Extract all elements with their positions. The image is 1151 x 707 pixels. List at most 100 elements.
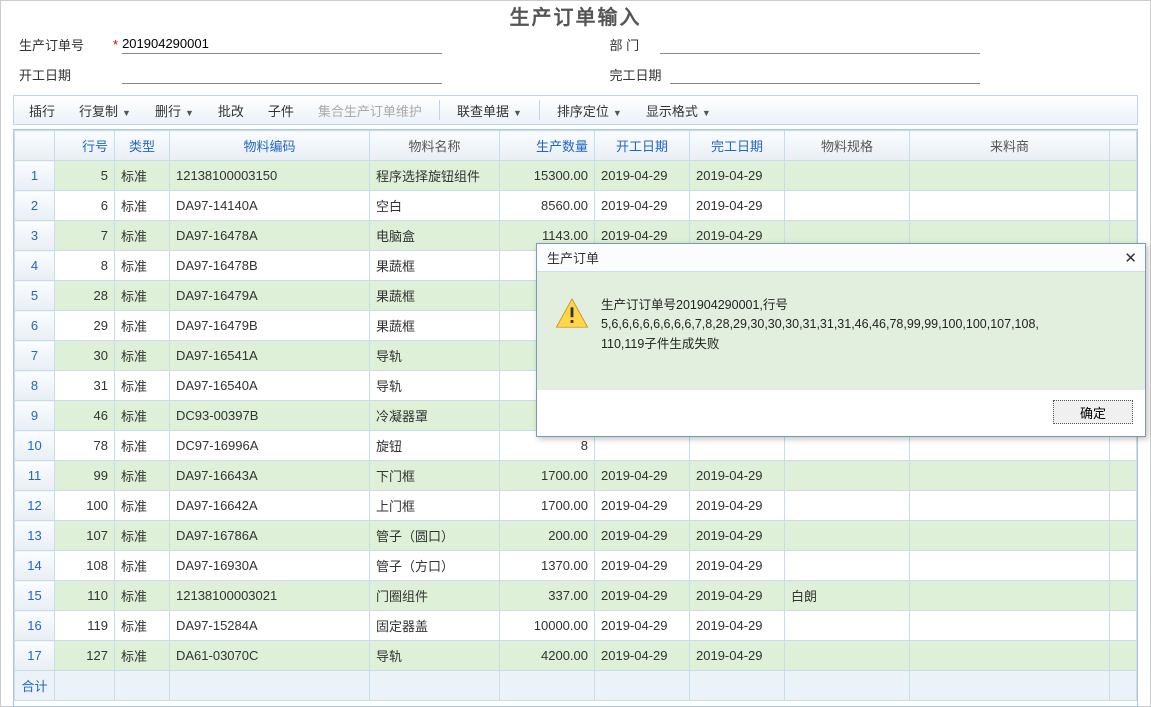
cell-spec[interactable] bbox=[785, 611, 910, 641]
cell-vendor[interactable] bbox=[910, 161, 1110, 191]
cell-qty[interactable]: 337.00 bbox=[500, 581, 595, 611]
cell-name[interactable]: 管子（圆口） bbox=[370, 521, 500, 551]
end-date-input[interactable] bbox=[670, 64, 980, 84]
cell-code[interactable]: DC93-00397B bbox=[170, 401, 370, 431]
cell-start[interactable]: 2019-04-29 bbox=[595, 641, 690, 671]
cell-qty[interactable]: 1700.00 bbox=[500, 461, 595, 491]
cell-start[interactable]: 2019-04-29 bbox=[595, 581, 690, 611]
cell-spec[interactable] bbox=[785, 491, 910, 521]
table-row[interactable]: 17127标准DA61-03070C导轨4200.002019-04-29201… bbox=[15, 641, 1137, 671]
close-icon[interactable]: ✕ bbox=[1124, 249, 1137, 267]
cell-name[interactable]: 冷凝器罩 bbox=[370, 401, 500, 431]
cell-line[interactable]: 78 bbox=[55, 431, 115, 461]
cell-code[interactable]: DA97-16930A bbox=[170, 551, 370, 581]
cell-end[interactable]: 2019-04-29 bbox=[690, 551, 785, 581]
table-row[interactable]: 14108标准DA97-16930A管子（方口）1370.002019-04-2… bbox=[15, 551, 1137, 581]
cell-code[interactable]: DA97-16479A bbox=[170, 281, 370, 311]
cell-line[interactable]: 31 bbox=[55, 371, 115, 401]
cell-type[interactable]: 标准 bbox=[115, 341, 170, 371]
cell-code[interactable]: DC97-16996A bbox=[170, 431, 370, 461]
table-row[interactable]: 15标准12138100003150程序选择旋钮组件15300.002019-0… bbox=[15, 161, 1137, 191]
cell-spec[interactable] bbox=[785, 521, 910, 551]
col-end[interactable]: 完工日期 bbox=[690, 131, 785, 161]
cell-name[interactable]: 导轨 bbox=[370, 641, 500, 671]
cell-vendor[interactable] bbox=[910, 491, 1110, 521]
cell-type[interactable]: 标准 bbox=[115, 521, 170, 551]
cell-line[interactable]: 108 bbox=[55, 551, 115, 581]
cell-end[interactable]: 2019-04-29 bbox=[690, 641, 785, 671]
cell-code[interactable]: DA97-16786A bbox=[170, 521, 370, 551]
order-no-input[interactable] bbox=[122, 34, 442, 54]
cell-vendor[interactable] bbox=[910, 581, 1110, 611]
cell-start[interactable]: 2019-04-29 bbox=[595, 161, 690, 191]
cell-end[interactable]: 2019-04-29 bbox=[690, 581, 785, 611]
cell-code[interactable]: 12138100003150 bbox=[170, 161, 370, 191]
cell-spec[interactable] bbox=[785, 551, 910, 581]
table-row[interactable]: 15110标准12138100003021门圈组件337.002019-04-2… bbox=[15, 581, 1137, 611]
cell-line[interactable]: 99 bbox=[55, 461, 115, 491]
copy-row-button[interactable]: 行复制▼ bbox=[68, 97, 142, 124]
related-docs-button[interactable]: 联查单据▼ bbox=[446, 97, 533, 124]
cell-type[interactable]: 标准 bbox=[115, 311, 170, 341]
cell-vendor[interactable] bbox=[910, 461, 1110, 491]
cell-qty[interactable]: 1700.00 bbox=[500, 491, 595, 521]
cell-start[interactable]: 2019-04-29 bbox=[595, 191, 690, 221]
cell-name[interactable]: 固定器盖 bbox=[370, 611, 500, 641]
cell-end[interactable]: 2019-04-29 bbox=[690, 191, 785, 221]
cell-code[interactable]: DA97-16478B bbox=[170, 251, 370, 281]
cell-code[interactable]: 12138100003021 bbox=[170, 581, 370, 611]
dept-input[interactable] bbox=[660, 34, 980, 54]
cell-code[interactable]: DA97-14140A bbox=[170, 191, 370, 221]
cell-code[interactable]: DA97-16479B bbox=[170, 311, 370, 341]
table-row[interactable]: 16119标准DA97-15284A固定器盖10000.002019-04-29… bbox=[15, 611, 1137, 641]
cell-line[interactable]: 100 bbox=[55, 491, 115, 521]
cell-vendor[interactable] bbox=[910, 551, 1110, 581]
cell-vendor[interactable] bbox=[910, 521, 1110, 551]
cell-name[interactable]: 下门框 bbox=[370, 461, 500, 491]
cell-name[interactable]: 果蔬框 bbox=[370, 281, 500, 311]
start-date-input[interactable] bbox=[122, 64, 442, 84]
cell-end[interactable]: 2019-04-29 bbox=[690, 461, 785, 491]
col-type[interactable]: 类型 bbox=[115, 131, 170, 161]
cell-name[interactable]: 旋钮 bbox=[370, 431, 500, 461]
cell-type[interactable]: 标准 bbox=[115, 461, 170, 491]
cell-spec[interactable] bbox=[785, 641, 910, 671]
cell-name[interactable]: 电脑盒 bbox=[370, 221, 500, 251]
cell-type[interactable]: 标准 bbox=[115, 431, 170, 461]
cell-type[interactable]: 标准 bbox=[115, 491, 170, 521]
col-code[interactable]: 物料编码 bbox=[170, 131, 370, 161]
cell-type[interactable]: 标准 bbox=[115, 641, 170, 671]
cell-line[interactable]: 5 bbox=[55, 161, 115, 191]
cell-name[interactable]: 门圈组件 bbox=[370, 581, 500, 611]
cell-code[interactable]: DA61-03070C bbox=[170, 641, 370, 671]
cell-type[interactable]: 标准 bbox=[115, 611, 170, 641]
cell-line[interactable]: 7 bbox=[55, 221, 115, 251]
cell-line[interactable]: 8 bbox=[55, 251, 115, 281]
cell-start[interactable]: 2019-04-29 bbox=[595, 611, 690, 641]
cell-code[interactable]: DA97-15284A bbox=[170, 611, 370, 641]
cell-type[interactable]: 标准 bbox=[115, 161, 170, 191]
cell-name[interactable]: 果蔬框 bbox=[370, 311, 500, 341]
cell-line[interactable]: 28 bbox=[55, 281, 115, 311]
cell-start[interactable]: 2019-04-29 bbox=[595, 461, 690, 491]
cell-vendor[interactable] bbox=[910, 611, 1110, 641]
display-format-button[interactable]: 显示格式▼ bbox=[635, 97, 722, 124]
col-qty[interactable]: 生产数量 bbox=[500, 131, 595, 161]
cell-type[interactable]: 标准 bbox=[115, 221, 170, 251]
cell-name[interactable]: 果蔬框 bbox=[370, 251, 500, 281]
cell-type[interactable]: 标准 bbox=[115, 371, 170, 401]
cell-line[interactable]: 110 bbox=[55, 581, 115, 611]
cell-qty[interactable]: 4200.00 bbox=[500, 641, 595, 671]
cell-code[interactable]: DA97-16540A bbox=[170, 371, 370, 401]
cell-line[interactable]: 119 bbox=[55, 611, 115, 641]
cell-end[interactable]: 2019-04-29 bbox=[690, 611, 785, 641]
cell-vendor[interactable] bbox=[910, 641, 1110, 671]
col-vendor[interactable]: 来料商 bbox=[910, 131, 1110, 161]
cell-start[interactable]: 2019-04-29 bbox=[595, 521, 690, 551]
batch-edit-button[interactable]: 批改 bbox=[207, 97, 255, 124]
cell-name[interactable]: 管子（方口） bbox=[370, 551, 500, 581]
cell-line[interactable]: 29 bbox=[55, 311, 115, 341]
cell-name[interactable]: 导轨 bbox=[370, 371, 500, 401]
table-row[interactable]: 12100标准DA97-16642A上门框1700.002019-04-2920… bbox=[15, 491, 1137, 521]
cell-qty[interactable]: 1370.00 bbox=[500, 551, 595, 581]
